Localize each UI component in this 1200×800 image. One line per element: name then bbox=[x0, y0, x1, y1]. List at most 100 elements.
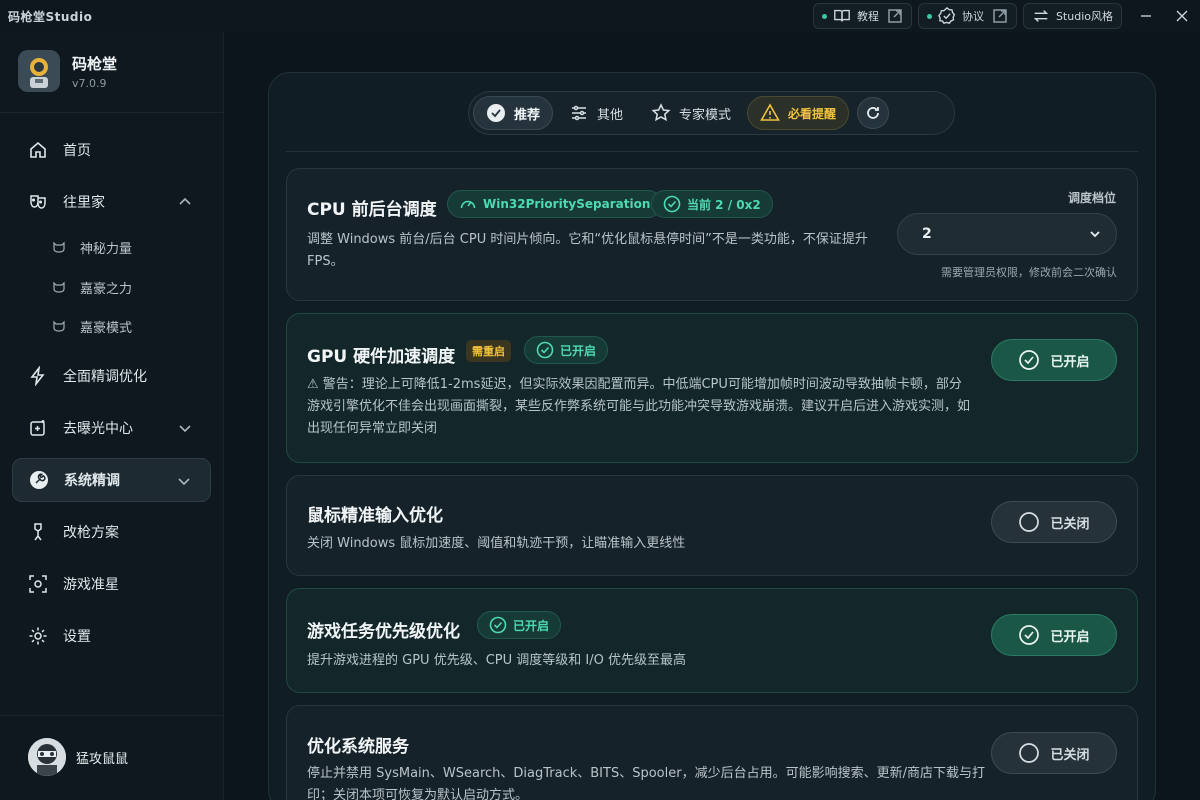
mouse-toggle-button[interactable]: 已关闭 bbox=[991, 501, 1117, 543]
mask-icon bbox=[30, 195, 46, 209]
tab-expert-mode[interactable]: 专家模式 bbox=[639, 96, 743, 130]
card-title: 优化系统服务 bbox=[307, 737, 409, 757]
tab-other[interactable]: 其他 bbox=[557, 96, 635, 130]
badge-label: 已开启 bbox=[513, 618, 550, 633]
warning-triangle-icon bbox=[760, 103, 780, 121]
toggle-label: 已关闭 bbox=[1050, 516, 1090, 532]
sidebar-item-crosshair[interactable]: 游戏准星 bbox=[12, 562, 211, 606]
check-circle-icon bbox=[663, 195, 681, 213]
chevron-down-icon bbox=[178, 478, 190, 486]
check-circle-icon bbox=[1019, 350, 1040, 370]
lightning-icon bbox=[30, 366, 45, 386]
sidebar-item-label: 往里家 bbox=[63, 195, 105, 211]
tab-bar: 推荐 其他 专家模式 必看提醒 bbox=[468, 91, 955, 135]
close-button[interactable] bbox=[1164, 0, 1200, 32]
toggle-label: 已开启 bbox=[1050, 354, 1090, 370]
tutorial-button[interactable]: 教程 bbox=[812, 3, 912, 29]
select-label: 调度档位 bbox=[1067, 191, 1116, 205]
toggle-label: 已开启 bbox=[1050, 629, 1090, 645]
mouse-input-card: 鼠标精准输入优化 关闭 Windows 鼠标加速度、阈值和轨迹干预，让瞄准输入更… bbox=[286, 475, 1138, 576]
divider bbox=[286, 151, 1138, 152]
sidebar-item-label: 游戏准星 bbox=[63, 577, 119, 593]
select-value: 2 bbox=[922, 226, 932, 242]
card-description: ⚠ 警告：理论上可降低1-2ms延迟，但实际效果因配置而异。中低端CPU可能增加… bbox=[307, 377, 971, 436]
select-hint: 需要管理员权限，修改前会二次确认 bbox=[941, 266, 1117, 279]
app-title: 码枪堂Studio bbox=[8, 9, 93, 24]
status-badge: 已开启 bbox=[524, 336, 609, 364]
medal-icon bbox=[34, 523, 42, 541]
minimize-icon bbox=[1141, 15, 1151, 17]
brand: 码枪堂 v7.0.9 bbox=[18, 50, 117, 92]
studio-style-label: Studio风格 bbox=[1055, 10, 1113, 23]
minimize-button[interactable] bbox=[1128, 0, 1164, 32]
sidebar-item-home[interactable]: 首页 bbox=[12, 128, 211, 172]
divider bbox=[0, 112, 223, 113]
brand-logo-icon bbox=[18, 50, 60, 92]
sidebar-item-label: 设置 bbox=[63, 629, 91, 645]
studio-style-button[interactable]: Studio风格 bbox=[1022, 3, 1122, 29]
card-title: 鼠标精准输入优化 bbox=[307, 506, 443, 526]
cat-face-icon bbox=[53, 281, 65, 293]
badge-label: Win32PrioritySeparation bbox=[483, 197, 651, 211]
avatar bbox=[28, 738, 66, 776]
sidebar-subitem-label: 嘉豪之力 bbox=[80, 281, 133, 297]
protocol-button[interactable]: 协议 bbox=[917, 3, 1017, 29]
badge-label: 当前 2 / 0x2 bbox=[687, 197, 761, 212]
sidebar-item-label: 首页 bbox=[63, 143, 91, 159]
titlebar-actions: 教程 协议 Studio风格 bbox=[812, 0, 1200, 32]
chevron-down-icon bbox=[179, 425, 191, 433]
sidebar-subitem-label: 嘉豪模式 bbox=[80, 320, 133, 336]
divider bbox=[0, 715, 223, 716]
protocol-label: 协议 bbox=[961, 10, 984, 23]
gpu-toggle-button[interactable]: 已开启 bbox=[991, 339, 1117, 381]
game-priority-toggle-button[interactable]: 已开启 bbox=[991, 614, 1117, 656]
sidebar-item-wangli[interactable]: 往里家 bbox=[12, 180, 211, 224]
status-badge: 已开启 bbox=[477, 611, 562, 639]
tab-must-read[interactable]: 必看提醒 bbox=[747, 96, 850, 130]
user-profile[interactable]: 猛攻鼠鼠 bbox=[28, 738, 128, 776]
badge-check-icon bbox=[938, 7, 956, 24]
refresh-icon bbox=[867, 107, 879, 119]
title-bar: 码枪堂Studio 教程 协议 Studio风格 bbox=[0, 0, 1200, 32]
card-description: 关闭 Windows 鼠标加速度、阈值和轨迹干预，让瞄准输入更线性 bbox=[307, 536, 686, 551]
sidebar-item-label: 系统精调 bbox=[64, 473, 120, 489]
chevron-down-icon bbox=[1090, 231, 1100, 238]
sidebar-item-settings[interactable]: 设置 bbox=[12, 614, 211, 658]
scheduling-level-select[interactable]: 2 bbox=[897, 213, 1117, 255]
sidebar-item-exposure-center[interactable]: 去曝光中心 bbox=[12, 406, 211, 450]
cat-face-icon bbox=[53, 320, 65, 332]
card-description: 提升游戏进程的 GPU 优先级、CPU 调度等级和 I/O 优先级至最高 bbox=[307, 653, 686, 668]
online-dot-icon bbox=[821, 13, 827, 19]
tutorial-label: 教程 bbox=[856, 10, 879, 23]
refresh-button[interactable] bbox=[857, 97, 890, 129]
card-description: 调整 Windows 前台/后台 CPU 时间片倾向。它和“优化鼠标悬停时间”不… bbox=[307, 232, 868, 269]
sidebar-subitem-jiahao-mode[interactable]: 嘉豪模式 bbox=[52, 308, 132, 344]
external-link-icon bbox=[993, 9, 1007, 23]
card-title: 游戏任务优先级优化 bbox=[307, 622, 460, 642]
tab-recommended[interactable]: 推荐 bbox=[473, 96, 554, 130]
gpu-scheduling-card: GPU 硬件加速调度 需重启 已开启 ⚠ 警告：理论上可降低1-2ms延迟，但实… bbox=[286, 313, 1138, 463]
sidebar-item-label: 全面精调优化 bbox=[63, 369, 147, 385]
tab-label: 推荐 bbox=[514, 107, 541, 123]
card-description: 停止并禁用 SysMain、WSearch、DiagTrack、BITS、Spo… bbox=[307, 766, 985, 800]
cpu-scheduling-card: CPU 前后台调度 Win32PrioritySeparation 当前 2 /… bbox=[286, 168, 1138, 301]
book-icon bbox=[834, 9, 850, 22]
chevron-up-icon bbox=[179, 197, 191, 205]
sidebar-subitem-jiahao-power[interactable]: 嘉豪之力 bbox=[52, 269, 132, 305]
star-icon bbox=[651, 103, 671, 122]
restart-required-badge: 需重启 bbox=[466, 340, 511, 362]
home-icon bbox=[30, 141, 46, 158]
online-dot-icon bbox=[926, 13, 932, 19]
gear-icon bbox=[29, 627, 47, 645]
badge-label: 已开启 bbox=[560, 343, 597, 358]
game-priority-card: 游戏任务优先级优化 已开启 提升游戏进程的 GPU 优先级、CPU 调度等级和 … bbox=[286, 588, 1138, 693]
brand-version: v7.0.9 bbox=[72, 76, 107, 90]
sidebar-subitem-shenmi[interactable]: 神秘力量 bbox=[52, 229, 132, 265]
sidebar-item-system-tuning[interactable]: 系统精调 bbox=[12, 458, 211, 502]
services-toggle-button[interactable]: 已关闭 bbox=[991, 732, 1117, 774]
sidebar-item-full-optimize[interactable]: 全面精调优化 bbox=[12, 354, 211, 398]
sidebar-item-label: 去曝光中心 bbox=[63, 421, 133, 437]
sidebar-item-gun-plan[interactable]: 改枪方案 bbox=[12, 510, 211, 554]
check-circle-icon bbox=[489, 616, 507, 634]
sidebar: 码枪堂 v7.0.9 首页 往里家 神秘力量 嘉豪之力 嘉豪模式 全面精调优化 … bbox=[0, 32, 224, 800]
